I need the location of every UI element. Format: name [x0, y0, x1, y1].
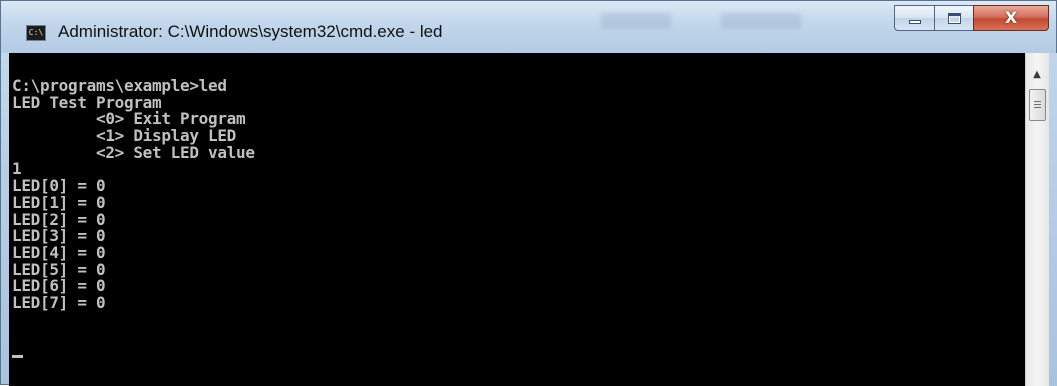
console-output[interactable]: C:\programs\example>led LED Test Program…: [9, 53, 1025, 386]
background-window-blur: [721, 13, 801, 29]
minimize-icon: [909, 20, 921, 24]
maximize-button[interactable]: [934, 5, 974, 31]
maximize-icon: [948, 13, 961, 24]
console-line: LED[7] = 0: [12, 292, 106, 312]
window-title: Administrator: C:\Windows\system32\cmd.e…: [58, 22, 443, 41]
console-window: C:\ Administrator: C:\Windows\system32\c…: [0, 0, 1057, 386]
grip-line: [1034, 107, 1041, 108]
text-cursor: [12, 355, 23, 358]
close-button[interactable]: X: [973, 5, 1049, 31]
scroll-thumb[interactable]: [1029, 89, 1046, 121]
cmd-console-icon[interactable]: C:\: [26, 25, 46, 41]
grip-line: [1034, 101, 1041, 102]
close-icon: X: [1004, 8, 1018, 27]
window-frame-right: [1049, 53, 1057, 386]
vertical-scrollbar[interactable]: ▲: [1025, 53, 1049, 386]
scroll-up-arrow-icon[interactable]: ▲: [1029, 67, 1045, 83]
title-bar[interactable]: C:\ Administrator: C:\Windows\system32\c…: [1, 1, 1056, 53]
console-line: LED[1] = 0: [12, 192, 106, 212]
console-lines: C:\programs\example>led LED Test Program…: [12, 77, 255, 312]
minimize-button[interactable]: [894, 5, 935, 31]
grip-line: [1034, 104, 1041, 105]
console-line: <2> Set LED value: [12, 142, 255, 162]
background-window-blur: [601, 13, 671, 29]
caption-buttons: X: [894, 5, 1052, 31]
